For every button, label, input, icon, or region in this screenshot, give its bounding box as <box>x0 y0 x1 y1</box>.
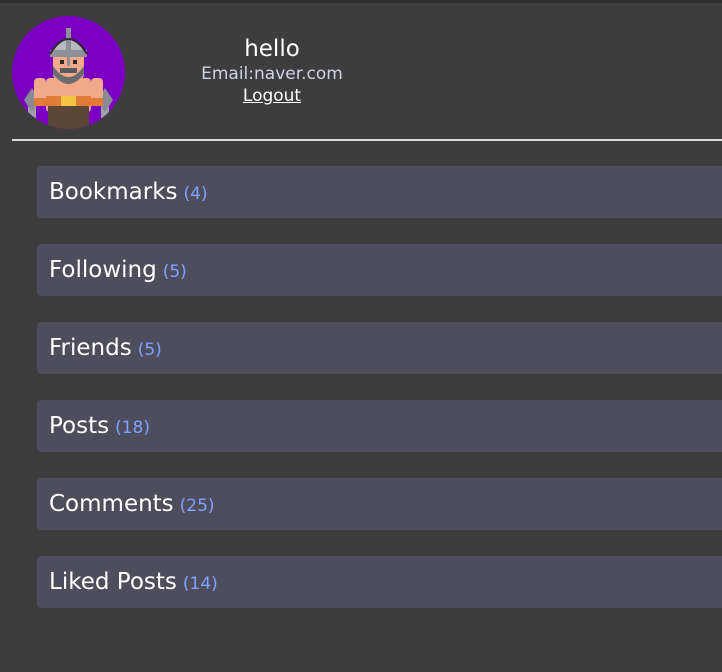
section-comments[interactable]: Comments (25) <box>37 478 722 530</box>
email-label: Email: <box>201 64 255 84</box>
profile-header: hello Email:naver.com Logout <box>0 0 722 140</box>
section-count: (5) <box>162 262 187 282</box>
profile-sections: Bookmarks (4) Following (5) Friends (5) … <box>37 166 722 634</box>
section-count: (18) <box>115 418 151 438</box>
section-label: Friends <box>49 335 132 361</box>
username: hello <box>244 36 300 62</box>
section-label: Posts <box>49 413 110 439</box>
email-value: naver.com <box>254 64 343 84</box>
section-posts[interactable]: Posts (18) <box>37 400 722 452</box>
section-count: (14) <box>182 574 218 594</box>
section-count: (4) <box>183 184 208 204</box>
section-count: (5) <box>137 340 162 360</box>
section-label: Bookmarks <box>49 179 178 205</box>
header-divider <box>12 139 722 141</box>
email-line: Email:naver.com <box>172 64 372 84</box>
section-liked-posts[interactable]: Liked Posts (14) <box>37 556 722 608</box>
section-bookmarks[interactable]: Bookmarks (4) <box>37 166 722 218</box>
user-info: hello Email:naver.com Logout <box>172 34 372 108</box>
logout-link[interactable]: Logout <box>243 84 301 108</box>
section-count: (25) <box>179 496 215 516</box>
section-friends[interactable]: Friends (5) <box>37 322 722 374</box>
avatar <box>12 16 125 129</box>
section-label: Liked Posts <box>49 569 177 595</box>
section-label: Following <box>49 257 157 283</box>
section-following[interactable]: Following (5) <box>37 244 722 296</box>
viking-warrior-avatar-icon <box>12 16 125 129</box>
section-label: Comments <box>49 491 174 517</box>
